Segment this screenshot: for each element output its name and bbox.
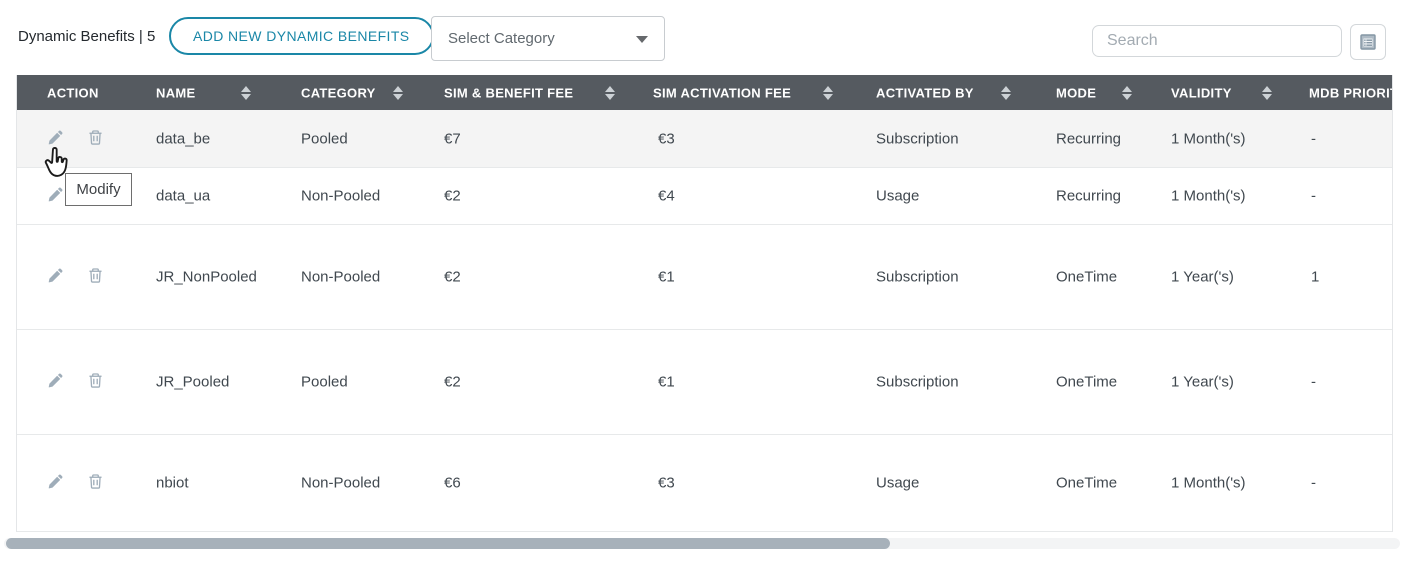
benefits-table: ACTION NAME CATEGORY SIM & BENEFIT FEE SIM A… <box>16 75 1393 532</box>
table-row: data_be Pooled €7 €3 Subscription Recurring 1 … <box>17 110 1392 168</box>
cell-sim-benefit-fee: €2 <box>444 374 461 391</box>
caret-down-icon <box>636 36 648 43</box>
cell-mdb-priority: - <box>1311 374 1316 391</box>
cell-validity: 1 Month('s) <box>1171 188 1246 205</box>
sort-arrows-icon[interactable] <box>823 86 833 100</box>
cell-category: Pooled <box>301 130 348 147</box>
column-header-activated-by: ACTIVATED BY <box>876 85 974 100</box>
trash-icon <box>87 372 104 389</box>
pencil-icon <box>47 129 64 146</box>
cell-activated-by: Subscription <box>876 269 959 286</box>
table-body: data_be Pooled €7 €3 Subscription Recurring 1 … <box>17 110 1392 532</box>
delete-button[interactable] <box>85 265 106 289</box>
table-row: JR_Pooled Pooled €2 €1 Subscription OneTime 1 … <box>17 330 1392 435</box>
column-header-sim-activation-fee: SIM ACTIVATION FEE <box>653 85 791 100</box>
cell-sim-activation-fee: €3 <box>658 475 675 492</box>
cell-activated-by: Usage <box>876 188 919 205</box>
column-header-action: ACTION <box>47 85 99 100</box>
sort-arrows-icon[interactable] <box>1122 86 1132 100</box>
trash-icon <box>87 473 104 490</box>
horizontal-scrollbar-track[interactable] <box>4 538 1400 549</box>
cell-mode: OneTime <box>1056 475 1117 492</box>
sort-arrows-icon[interactable] <box>241 86 251 100</box>
edit-button[interactable] <box>45 370 66 394</box>
sort-arrows-icon[interactable] <box>1001 86 1011 100</box>
cell-sim-activation-fee: €1 <box>658 269 675 286</box>
add-new-dynamic-benefits-button[interactable]: ADD NEW DYNAMIC BENEFITS <box>169 17 434 55</box>
edit-button[interactable] <box>45 265 66 289</box>
edit-button[interactable] <box>45 184 66 208</box>
column-header-mdb-priority: MDB PRIORITY <box>1309 85 1393 100</box>
cell-category: Non-Pooled <box>301 188 380 205</box>
dynamic-benefits-page: Dynamic Benefits | 5 ADD NEW DYNAMIC BEN… <box>0 0 1412 565</box>
delete-button[interactable] <box>85 127 106 151</box>
cell-sim-activation-fee: €3 <box>658 130 675 147</box>
cell-mode: OneTime <box>1056 374 1117 391</box>
cell-validity: 1 Month('s) <box>1171 130 1246 147</box>
cell-validity: 1 Year('s) <box>1171 374 1234 391</box>
search-input[interactable] <box>1092 25 1342 57</box>
pencil-icon <box>47 186 64 203</box>
table-row: data_ua Non-Pooled €2 €4 Usage Recurring 1 Mon… <box>17 168 1392 225</box>
pencil-icon <box>47 473 64 490</box>
sort-arrows-icon[interactable] <box>605 86 615 100</box>
cell-name: data_be <box>156 130 210 147</box>
column-header-validity: VALIDITY <box>1171 85 1232 100</box>
pencil-icon <box>47 267 64 284</box>
cell-sim-benefit-fee: €2 <box>444 188 461 205</box>
table-row: JR_NonPooled Non-Pooled €2 €1 Subscription On… <box>17 225 1392 330</box>
cell-mode: OneTime <box>1056 269 1117 286</box>
list-view-icon <box>1358 32 1378 52</box>
cell-name: data_ua <box>156 188 210 205</box>
sort-arrows-icon[interactable] <box>1262 86 1272 100</box>
column-header-name: NAME <box>156 85 195 100</box>
cell-name: nbiot <box>156 475 189 492</box>
cell-category: Non-Pooled <box>301 269 380 286</box>
cell-category: Non-Pooled <box>301 475 380 492</box>
cell-sim-benefit-fee: €6 <box>444 475 461 492</box>
cell-sim-benefit-fee: €7 <box>444 130 461 147</box>
cell-sim-activation-fee: €4 <box>658 188 675 205</box>
cell-sim-benefit-fee: €2 <box>444 269 461 286</box>
sort-arrows-icon[interactable] <box>393 86 403 100</box>
trash-icon <box>87 129 104 146</box>
cell-validity: 1 Month('s) <box>1171 475 1246 492</box>
table-row: nbiot Non-Pooled €6 €3 Usage OneTime 1 Month('… <box>17 435 1392 532</box>
cell-mode: Recurring <box>1056 188 1121 205</box>
edit-button[interactable] <box>45 471 66 495</box>
trash-icon <box>87 267 104 284</box>
cell-name: JR_NonPooled <box>156 269 257 286</box>
cell-mode: Recurring <box>1056 130 1121 147</box>
cell-activated-by: Usage <box>876 475 919 492</box>
cell-activated-by: Subscription <box>876 130 959 147</box>
column-header-sim-benefit-fee: SIM & BENEFIT FEE <box>444 85 573 100</box>
hand-cursor-icon <box>42 146 74 184</box>
cell-validity: 1 Year('s) <box>1171 269 1234 286</box>
cell-mdb-priority: - <box>1311 475 1316 492</box>
column-header-mode: MODE <box>1056 85 1096 100</box>
delete-button[interactable] <box>85 370 106 394</box>
horizontal-scrollbar-thumb[interactable] <box>6 538 890 549</box>
cell-mdb-priority: - <box>1311 188 1316 205</box>
cell-category: Pooled <box>301 374 348 391</box>
cell-activated-by: Subscription <box>876 374 959 391</box>
column-header-category: CATEGORY <box>301 85 376 100</box>
table-header: ACTION NAME CATEGORY SIM & BENEFIT FEE SIM A… <box>17 75 1392 110</box>
category-select-value: Select Category <box>448 30 636 47</box>
list-view-button[interactable] <box>1350 24 1386 60</box>
page-title: Dynamic Benefits | 5 <box>18 28 155 45</box>
pencil-icon <box>47 372 64 389</box>
modify-tooltip: Modify <box>65 173 132 206</box>
cell-sim-activation-fee: €1 <box>658 374 675 391</box>
cell-name: JR_Pooled <box>156 374 229 391</box>
cell-mdb-priority: 1 <box>1311 269 1319 286</box>
category-select[interactable]: Select Category <box>431 16 665 61</box>
delete-button[interactable] <box>85 471 106 495</box>
cell-mdb-priority: - <box>1311 130 1316 147</box>
